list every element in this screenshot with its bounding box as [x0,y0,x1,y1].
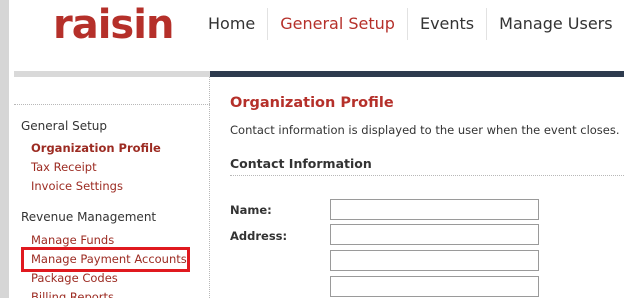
section-divider [230,175,624,176]
nav-home[interactable]: Home [196,8,269,40]
nav-general-setup[interactable]: General Setup [268,8,408,40]
nav-manage-users[interactable]: Manage Users [487,8,624,40]
address-line1-field[interactable] [330,224,539,245]
sidebar-item-organization-profile[interactable]: Organization Profile [31,141,161,155]
left-edge-strip [0,0,9,298]
sidebar-heading-general-setup: General Setup [21,119,108,133]
content-header-bar [210,71,624,77]
sidebar-item-manage-funds[interactable]: Manage Funds [31,233,114,247]
address-line3-field[interactable] [330,276,539,297]
highlight-box-manage-payment-accounts [21,247,190,272]
address-line2-field[interactable] [330,250,539,271]
sidebar-item-billing-reports[interactable]: Billing Reports [31,290,114,298]
sidebar-item-invoice-settings[interactable]: Invoice Settings [31,179,123,193]
section-title-contact-information: Contact Information [230,156,372,171]
sidebar-heading-revenue-management: Revenue Management [21,210,157,224]
name-label: Name: [230,203,272,217]
nav-events[interactable]: Events [408,8,488,40]
raisin-logo[interactable]: raisin [53,3,174,47]
page-title: Organization Profile [230,95,394,111]
sidebar-item-package-codes[interactable]: Package Codes [31,271,118,285]
name-field[interactable] [330,199,539,220]
sidebar-divider [14,104,210,105]
address-label: Address: [230,229,288,243]
sidebar-item-tax-receipt[interactable]: Tax Receipt [31,160,97,174]
main-nav: Home General Setup Events Manage Users [196,8,624,40]
page-description: Contact information is displayed to the … [230,123,620,137]
